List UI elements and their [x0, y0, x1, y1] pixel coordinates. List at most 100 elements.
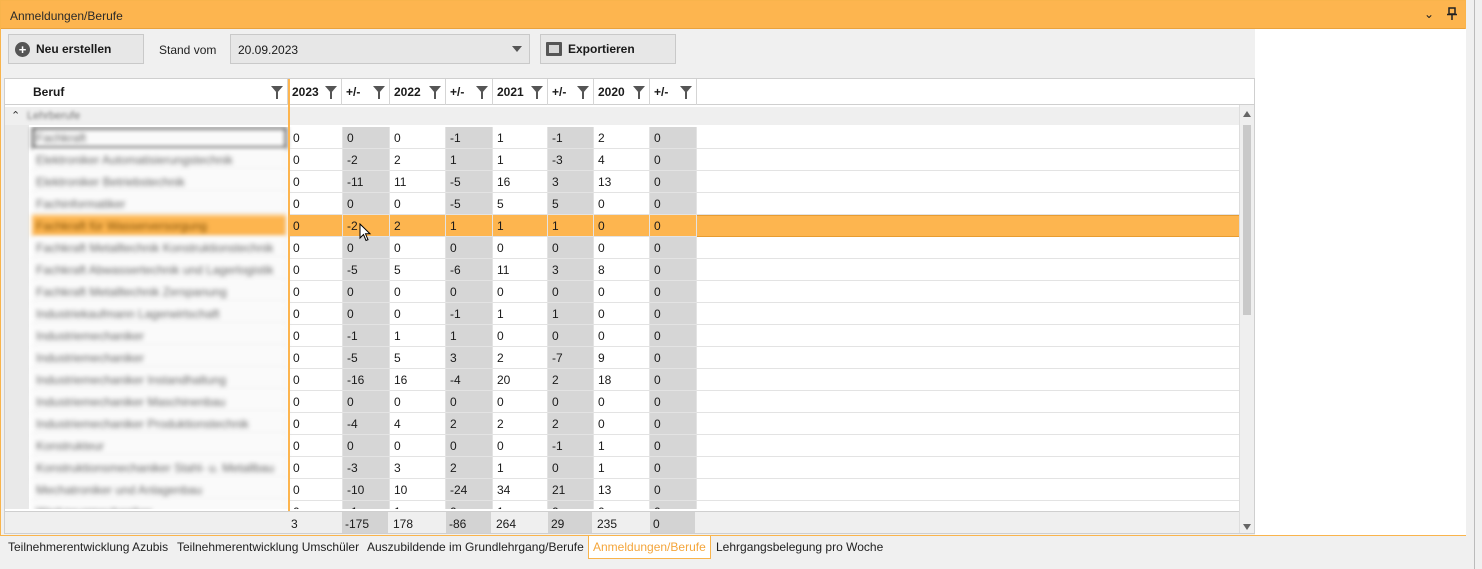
delta-cell[interactable]: -2: [343, 149, 390, 171]
table-row[interactable]: Fachkraft für Wasserversorgung 0 -2 2 1 1 1 0 0: [29, 215, 1240, 237]
beruf-cell[interactable]: Fachkraft: [32, 127, 287, 149]
delta-cell[interactable]: 0: [446, 391, 493, 413]
delta-cell[interactable]: -3: [343, 457, 390, 479]
beruf-cell[interactable]: Industriemechaniker Produktionstechnik: [32, 413, 287, 435]
year-cell[interactable]: 0: [289, 325, 343, 347]
column-header-6[interactable]: +/-: [548, 79, 594, 105]
table-row[interactable]: Mechatroniker und Anlagenbau 0 -10 10 -24 34 2…: [29, 479, 1240, 501]
filter-icon[interactable]: [577, 86, 589, 99]
year-cell[interactable]: 0: [289, 369, 343, 391]
tab-3[interactable]: Anmeldungen/Berufe: [588, 536, 711, 559]
delta-cell[interactable]: 2: [548, 369, 594, 391]
year-cell[interactable]: 0: [289, 149, 343, 171]
beruf-cell[interactable]: Fachkraft für Wasserversorgung: [32, 215, 287, 237]
year-cell[interactable]: 5: [493, 193, 548, 215]
delta-cell[interactable]: -5: [343, 347, 390, 369]
delta-cell[interactable]: -11: [343, 171, 390, 193]
year-cell[interactable]: 0: [594, 215, 650, 237]
year-cell[interactable]: 0: [594, 193, 650, 215]
year-cell[interactable]: 8: [594, 259, 650, 281]
year-cell[interactable]: 0: [289, 501, 343, 509]
year-cell[interactable]: 0: [594, 303, 650, 325]
beruf-cell[interactable]: Industriemechaniker: [32, 325, 287, 347]
delta-cell[interactable]: -16: [343, 369, 390, 391]
table-row[interactable]: Elektroniker Automatisierungstechnik 0 -2 2…: [29, 149, 1240, 171]
beruf-cell[interactable]: Industriemechaniker Maschinenbau: [32, 391, 287, 413]
column-header-4[interactable]: +/-: [446, 79, 493, 105]
beruf-cell[interactable]: Fachinformatiker: [32, 193, 287, 215]
delta-cell[interactable]: -10: [343, 479, 390, 501]
delta-cell[interactable]: 0: [650, 325, 697, 347]
collapse-group-icon[interactable]: ⌃: [11, 109, 20, 122]
year-cell[interactable]: 16: [390, 369, 446, 391]
column-header-5[interactable]: 2021: [493, 79, 548, 105]
delta-cell[interactable]: 2: [548, 413, 594, 435]
year-cell[interactable]: 0: [390, 303, 446, 325]
year-cell[interactable]: 1: [594, 457, 650, 479]
year-cell[interactable]: 11: [390, 171, 446, 193]
delta-cell[interactable]: 1: [446, 325, 493, 347]
year-cell[interactable]: 0: [289, 237, 343, 259]
year-cell[interactable]: 0: [289, 413, 343, 435]
beruf-cell[interactable]: Konstrukteur: [32, 435, 287, 457]
year-cell[interactable]: 2: [594, 127, 650, 149]
delta-cell[interactable]: 0: [343, 391, 390, 413]
delta-cell[interactable]: -4: [343, 413, 390, 435]
year-cell[interactable]: 0: [289, 479, 343, 501]
delta-cell[interactable]: 0: [650, 435, 697, 457]
delta-cell[interactable]: 1: [548, 303, 594, 325]
delta-cell[interactable]: 0: [650, 171, 697, 193]
table-row[interactable]: Industriekaufmann Lagerwirtschaft 0 0 0 -1 1 1…: [29, 303, 1240, 325]
delta-cell[interactable]: 21: [548, 479, 594, 501]
year-cell[interactable]: 5: [390, 347, 446, 369]
year-cell[interactable]: 20: [493, 369, 548, 391]
year-cell[interactable]: 0: [493, 237, 548, 259]
table-row[interactable]: Elektroniker Betriebstechnik 0 -11 11 -5 16 3 1…: [29, 171, 1240, 193]
beruf-cell[interactable]: Industriemechaniker: [32, 347, 287, 369]
beruf-cell[interactable]: Industriekaufmann Lagerwirtschaft: [32, 303, 287, 325]
year-cell[interactable]: 0: [289, 171, 343, 193]
delta-cell[interactable]: 0: [650, 281, 697, 303]
table-row[interactable]: Fachinformatiker 0 0 0 -5 5 5 0 0: [29, 193, 1240, 215]
year-cell[interactable]: 13: [594, 171, 650, 193]
delta-cell[interactable]: -4: [446, 369, 493, 391]
delta-cell[interactable]: 0: [343, 281, 390, 303]
year-cell[interactable]: 0: [289, 347, 343, 369]
delta-cell[interactable]: -1: [446, 303, 493, 325]
year-cell[interactable]: 0: [289, 435, 343, 457]
year-cell[interactable]: 11: [493, 259, 548, 281]
filter-icon[interactable]: [633, 86, 645, 99]
delta-cell[interactable]: 0: [650, 457, 697, 479]
delta-cell[interactable]: 0: [343, 127, 390, 149]
delta-cell[interactable]: 0: [650, 237, 697, 259]
year-cell[interactable]: 0: [493, 325, 548, 347]
tab-0[interactable]: Teilnehmerentwicklung Azubis: [4, 536, 172, 559]
table-row[interactable]: Fachkraft 0 0 0 -1 1 -1 2 0: [29, 127, 1240, 149]
year-cell[interactable]: 0: [289, 303, 343, 325]
table-row[interactable]: Fachkraft Metalltechnik Zerspanung 0 0 0 0 0 0…: [29, 281, 1240, 303]
delta-cell[interactable]: 0: [548, 391, 594, 413]
year-cell[interactable]: 0: [594, 325, 650, 347]
delta-cell[interactable]: -5: [343, 259, 390, 281]
year-cell[interactable]: 0: [390, 193, 446, 215]
scroll-up-icon[interactable]: [1243, 111, 1251, 117]
year-cell[interactable]: 1: [493, 127, 548, 149]
column-header-3[interactable]: 2022: [390, 79, 446, 105]
delta-cell[interactable]: 2: [446, 413, 493, 435]
year-cell[interactable]: 1: [493, 149, 548, 171]
new-button[interactable]: + Neu erstellen: [8, 34, 144, 64]
column-header-8[interactable]: +/-: [650, 79, 697, 105]
year-cell[interactable]: 2: [493, 347, 548, 369]
table-row[interactable]: Industriemechaniker 0 -5 5 3 2 -7 9 0: [29, 347, 1240, 369]
year-cell[interactable]: 0: [289, 259, 343, 281]
delta-cell[interactable]: 0: [446, 435, 493, 457]
table-row[interactable]: Fachkraft Metalltechnik Konstruktionstec…: [29, 237, 1240, 259]
year-cell[interactable]: 0: [289, 281, 343, 303]
column-header-2[interactable]: +/-: [342, 79, 390, 105]
delta-cell[interactable]: 0: [650, 127, 697, 149]
date-dropdown[interactable]: 20.09.2023: [230, 34, 530, 64]
scroll-thumb[interactable]: [1243, 125, 1251, 315]
beruf-cell[interactable]: Werkzeugmechaniker: [32, 501, 287, 509]
year-cell[interactable]: 0: [594, 237, 650, 259]
year-cell[interactable]: 1: [390, 325, 446, 347]
